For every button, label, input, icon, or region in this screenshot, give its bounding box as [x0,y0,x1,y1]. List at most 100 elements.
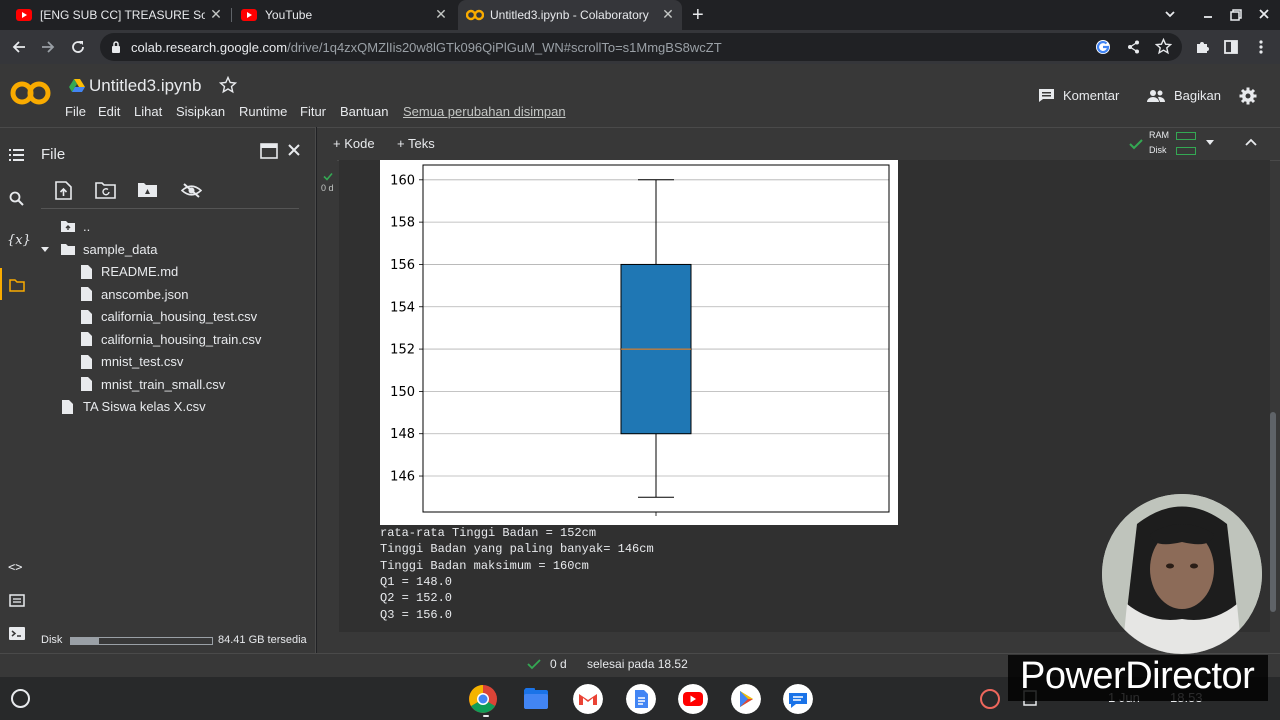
tree-item-file[interactable]: README.md [101,264,178,279]
share-icon[interactable] [1126,39,1142,55]
file-icon [81,332,92,346]
file-icon [81,310,92,324]
reload-icon[interactable] [68,37,88,57]
notebook-scrollbar[interactable] [1270,412,1276,612]
mount-drive-icon[interactable] [137,182,158,198]
upload-file-icon[interactable] [55,181,72,200]
collapse-header-icon[interactable] [1244,137,1258,147]
file-icon [81,377,92,391]
google-icon[interactable] [1095,39,1111,55]
search-icon[interactable] [9,191,24,206]
restore-icon[interactable] [1229,8,1243,22]
tree-item-file[interactable]: anscombe.json [101,287,188,302]
new-tab-icon[interactable]: + [692,4,704,27]
parent-folder-icon [61,221,75,232]
output-line: Tinggi Badan maksimum = 160cm [380,559,589,573]
minimize-icon[interactable] [1201,8,1215,22]
browser-tab[interactable]: [ENG SUB CC] TREASURE Soft & ✕ [8,0,230,30]
menu-tools[interactable]: Fitur [300,104,326,119]
file-icon [81,287,92,301]
open-in-tab-icon[interactable] [260,143,278,159]
tree-item-file[interactable]: mnist_train_small.csv [101,377,225,392]
menu-edit[interactable]: Edit [98,104,120,119]
comment-button[interactable]: Komentar [1038,88,1119,103]
address-bar[interactable]: colab.research.google.com/drive/1q4zxQMZ… [100,33,1182,61]
tab-title: YouTube [265,8,313,22]
close-tab-icon[interactable]: ✕ [660,6,676,22]
powerdirector-watermark: PowerDirector [1008,655,1268,701]
tree-item-file[interactable]: california_housing_train.csv [101,332,261,347]
tab-title: [ENG SUB CC] TREASURE Soft & [40,8,205,22]
messages-icon[interactable] [783,684,813,714]
menu-help[interactable]: Bantuan [340,104,388,119]
save-status-link[interactable]: Semua perubahan disimpan [403,104,566,119]
share-button[interactable]: Bagikan [1146,88,1221,103]
browser-toolbar: colab.research.google.com/drive/1q4zxQMZ… [0,30,1280,64]
elapsed-time: 0 d [550,657,567,671]
table-of-contents-icon[interactable] [9,149,24,162]
terminal-icon[interactable] [9,627,25,640]
menu-file[interactable]: File [65,104,86,119]
panel-title: File [41,146,66,163]
folder-icon[interactable] [9,279,25,292]
file-icon [81,265,92,279]
code-snippets-icon[interactable]: <> [8,560,22,574]
tree-item-file[interactable]: TA Siswa kelas X.csv [83,399,206,414]
colab-header: Untitled3.ipynb File Edit Lihat Sisipkan… [0,64,1280,127]
files-icon[interactable] [521,684,551,714]
tree-item-parent[interactable]: .. [83,219,90,234]
docs-icon[interactable] [626,684,656,714]
watermark-text: PowerDirector [1020,655,1255,697]
youtube-app-icon[interactable] [678,684,708,714]
tab-search-chevron-icon[interactable] [1163,7,1177,21]
ram-label: RAM [1149,130,1169,140]
expand-arrow-icon[interactable] [40,246,50,254]
connected-check-icon [1129,139,1143,150]
tree-item-file[interactable]: mnist_test.csv [101,354,183,369]
gmail-icon[interactable] [573,684,603,714]
file-icon [62,400,73,414]
refresh-folder-icon[interactable] [95,182,116,199]
star-icon[interactable] [1155,38,1172,55]
tree-item-folder[interactable]: sample_data [83,242,157,257]
output-line: rata-rata Tinggi Badan = 152cm [380,526,597,540]
menu-runtime[interactable]: Runtime [239,104,287,119]
browser-tab[interactable]: YouTube ✕ [233,0,455,30]
chrome-icon[interactable] [468,684,498,714]
hide-files-icon[interactable] [181,182,202,199]
tree-item-file[interactable]: california_housing_test.csv [101,309,257,324]
launcher-icon[interactable] [11,689,30,708]
browser-tab-active[interactable]: Untitled3.ipynb - Colaboratory ✕ [458,0,682,30]
close-tab-icon[interactable]: ✕ [433,6,449,22]
colab-logo[interactable] [10,78,52,108]
add-text-button[interactable]: + Teks [397,136,435,151]
runtime-dropdown-icon[interactable] [1205,139,1215,147]
side-panel-icon[interactable] [1221,37,1241,57]
back-icon[interactable] [9,37,29,57]
notebook-title[interactable]: Untitled3.ipynb [89,76,201,96]
lock-icon[interactable] [111,41,121,53]
settings-gear-icon[interactable] [1239,87,1257,105]
add-code-button[interactable]: + Kode [333,136,375,151]
menu-insert[interactable]: Sisipkan [176,104,225,119]
close-panel-icon[interactable] [287,143,301,157]
active-app-indicator [483,715,489,717]
close-window-icon[interactable] [1257,7,1271,21]
browser-menu-icon[interactable] [1251,37,1271,57]
forward-icon[interactable] [38,37,58,57]
extensions-icon[interactable] [1192,37,1212,57]
completed-time: selesai pada 18.52 [587,657,688,671]
youtube-icon [16,9,32,21]
star-icon[interactable] [219,76,237,94]
screen-record-icon[interactable] [980,689,1000,709]
tab-divider [231,8,232,22]
tab-title: Untitled3.ipynb - Colaboratory [490,8,649,22]
command-palette-icon[interactable] [9,594,25,607]
variables-icon[interactable]: {x} [7,233,31,248]
play-store-icon[interactable] [731,684,761,714]
close-tab-icon[interactable]: ✕ [208,6,224,22]
panel-divider [41,208,299,209]
success-check-icon [527,659,541,670]
disk-meter [1176,147,1196,155]
menu-view[interactable]: Lihat [134,104,162,119]
